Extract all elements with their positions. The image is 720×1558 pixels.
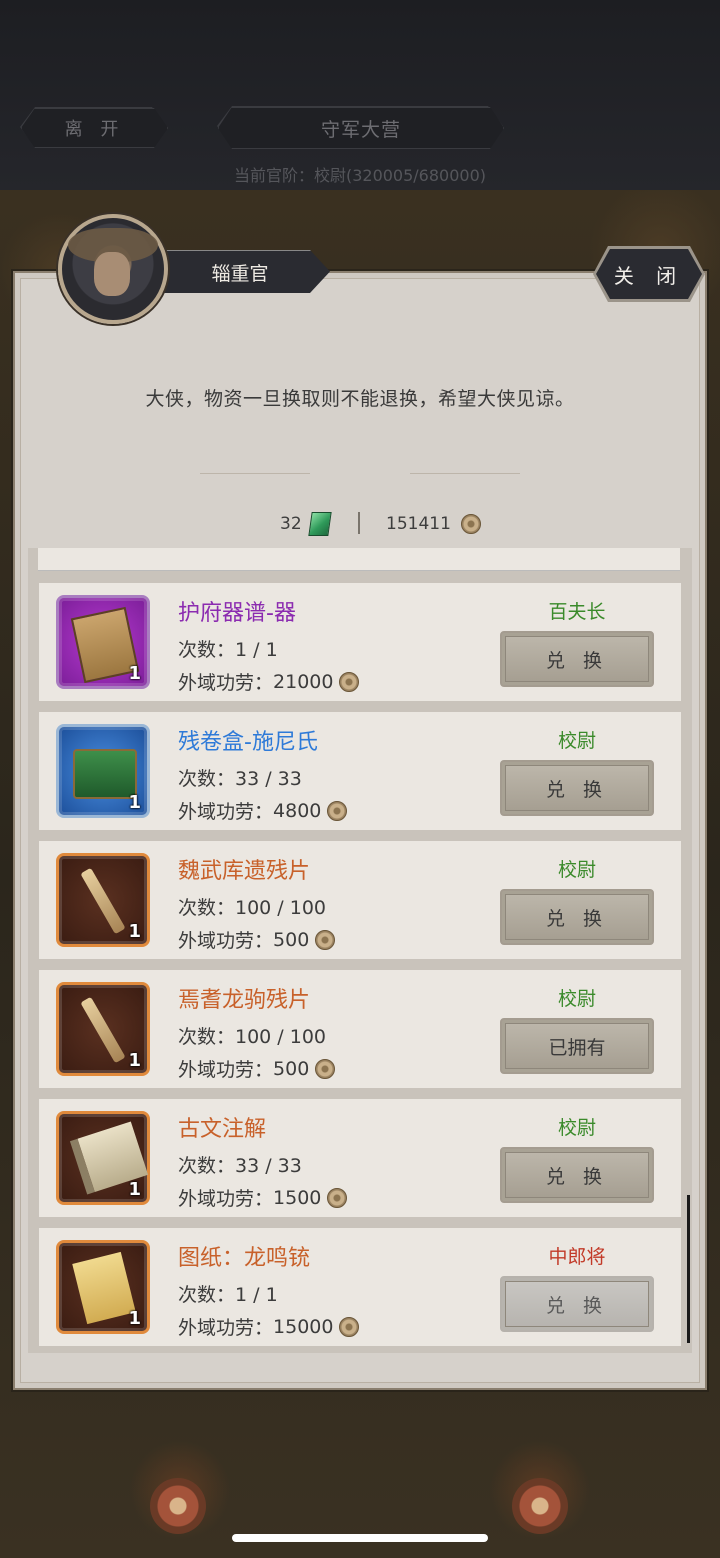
cost-value: 21000 [273, 670, 334, 693]
list-item: 1 图纸：龙鸣铳 次数：1 / 1 外域功劳： 15000 中郎将 兑 换 [39, 1228, 681, 1346]
coin-amount: 151411 [386, 514, 451, 534]
face-icon [94, 252, 130, 296]
scroll-fragment-icon [80, 996, 126, 1064]
item-cost: 外域功劳： 21000 [178, 668, 360, 695]
exchange-button-disabled[interactable]: 兑 换 [500, 1276, 654, 1332]
leave-button[interactable]: 离 开 [21, 108, 168, 148]
item-name: 残卷盒-施尼氏 [178, 730, 318, 755]
coin-currency-icon [460, 514, 481, 534]
npc-avatar [58, 214, 168, 324]
blueprint-icon [72, 1251, 136, 1325]
exchange-button-label: 兑 换 [505, 894, 649, 940]
item-icon-frame[interactable]: 1 [56, 595, 150, 689]
item-name: 魏武库遗残片 [178, 859, 311, 884]
rank-requirement: 校尉 [557, 730, 596, 752]
rank-requirement: 校尉 [557, 1117, 596, 1139]
item-name: 护府器谱-器 [178, 601, 296, 626]
coin-icon [315, 1058, 336, 1079]
rank-requirement: 中郎将 [548, 1246, 606, 1268]
list-item: 1 残卷盒-施尼氏 次数：33 / 33 外域功劳： 4800 校尉 兑 换 [39, 712, 681, 830]
home-indicator[interactable] [232, 1534, 488, 1542]
list-item: 1 焉耆龙驹残片 次数：100 / 100 外域功劳： 500 校尉 已拥有 [39, 970, 681, 1088]
cost-value: 500 [273, 928, 310, 951]
item-count: 1 [128, 663, 141, 684]
cost-label: 外域功劳： [178, 1059, 274, 1081]
list-scrollbar[interactable] [687, 1195, 690, 1343]
item-cost: 外域功劳： 500 [178, 926, 336, 953]
exchange-item-list[interactable]: 1 护府器谱-器 次数：1 / 1 外域功劳： 21000 百夫长 兑 换 1 残… [28, 548, 692, 1353]
cost-value: 4800 [273, 799, 322, 822]
exchange-button[interactable]: 兑 换 [500, 760, 654, 816]
coin-icon [327, 1187, 348, 1208]
npc-title: 辎重官 [150, 250, 330, 293]
list-item: 1 护府器谱-器 次数：1 / 1 外域功劳： 21000 百夫长 兑 换 [39, 583, 681, 701]
item-icon-frame[interactable]: 1 [56, 724, 150, 818]
cost-label: 外域功劳： [178, 1317, 274, 1339]
exchange-button[interactable]: 兑 换 [500, 631, 654, 687]
currency-separator [358, 512, 360, 534]
jade-balance: 32 [280, 510, 332, 538]
item-icon-frame[interactable]: 1 [56, 853, 150, 947]
jade-amount: 32 [280, 514, 302, 534]
rank-requirement: 校尉 [557, 988, 596, 1010]
item-times: 次数：33 / 33 [178, 1155, 302, 1177]
flower-decoration-icon [512, 1478, 568, 1534]
npc-message: 大侠，物资一旦换取则不能退换，希望大侠见谅。 [145, 388, 575, 410]
exchange-button[interactable]: 兑 换 [500, 1147, 654, 1203]
exchange-button[interactable]: 兑 换 [500, 889, 654, 945]
exchange-button-label: 兑 换 [505, 1152, 649, 1198]
cost-value: 500 [273, 1057, 310, 1080]
list-item: 1 古文注解 次数：33 / 33 外域功劳： 1500 校尉 兑 换 [39, 1099, 681, 1217]
owned-button[interactable]: 已拥有 [500, 1018, 654, 1074]
item-name: 图纸：龙鸣铳 [178, 1246, 311, 1271]
flower-decoration-icon [150, 1478, 206, 1534]
exchange-button-label: 兑 换 [505, 1281, 649, 1327]
rank-requirement: 校尉 [557, 859, 596, 881]
coin-icon [327, 800, 348, 821]
item-times: 次数：100 / 100 [178, 1026, 327, 1048]
item-count: 1 [128, 1308, 141, 1329]
item-times: 次数：33 / 33 [178, 768, 302, 790]
item-icon-frame[interactable]: 1 [56, 1240, 150, 1334]
owned-button-label: 已拥有 [505, 1023, 649, 1069]
coin-balance: 151411 [386, 510, 481, 538]
cost-label: 外域功劳： [178, 1188, 274, 1210]
item-count: 1 [128, 1179, 141, 1200]
divider-left [200, 473, 310, 474]
item-name: 焉耆龙驹残片 [178, 988, 311, 1013]
close-button[interactable]: 关 闭 [596, 249, 702, 299]
item-cost: 外域功劳： 4800 [178, 797, 348, 824]
list-item-partial [38, 548, 680, 571]
item-icon-frame[interactable]: 1 [56, 982, 150, 1076]
cost-value: 1500 [273, 1186, 322, 1209]
cost-label: 外域功劳： [178, 801, 274, 823]
item-times: 次数：1 / 1 [178, 639, 278, 661]
item-cost: 外域功劳： 500 [178, 1055, 336, 1082]
item-times: 次数：100 / 100 [178, 897, 327, 919]
item-count: 1 [128, 1050, 141, 1071]
coin-icon [339, 1316, 360, 1337]
exchange-button-label: 兑 换 [505, 636, 649, 682]
coin-icon [339, 671, 360, 692]
jade-currency-icon [307, 512, 332, 536]
top-bar: 离 开 守军大营 当前官阶：校尉(320005/680000) [0, 0, 720, 192]
item-times: 次数：1 / 1 [178, 1284, 278, 1306]
cost-label: 外域功劳： [178, 930, 274, 952]
item-cost: 外域功劳： 15000 [178, 1313, 360, 1340]
coin-icon [315, 929, 336, 950]
rank-requirement: 百夫长 [548, 601, 606, 623]
list-item: 1 魏武库遗残片 次数：100 / 100 外域功劳： 500 校尉 兑 换 [39, 841, 681, 959]
item-cost: 外域功劳： 1500 [178, 1184, 348, 1211]
item-name: 古文注解 [178, 1117, 267, 1142]
item-count: 1 [128, 921, 141, 942]
camp-title: 守军大营 [218, 107, 504, 149]
cost-value: 15000 [273, 1315, 334, 1338]
item-icon-frame[interactable]: 1 [56, 1111, 150, 1205]
cost-label: 外域功劳： [178, 672, 274, 694]
item-count: 1 [128, 792, 141, 813]
rank-progress-text: 当前官阶：校尉(320005/680000) [233, 166, 487, 185]
scroll-fragment-icon [80, 867, 126, 935]
divider-right [410, 473, 520, 474]
exchange-button-label: 兑 换 [505, 765, 649, 811]
